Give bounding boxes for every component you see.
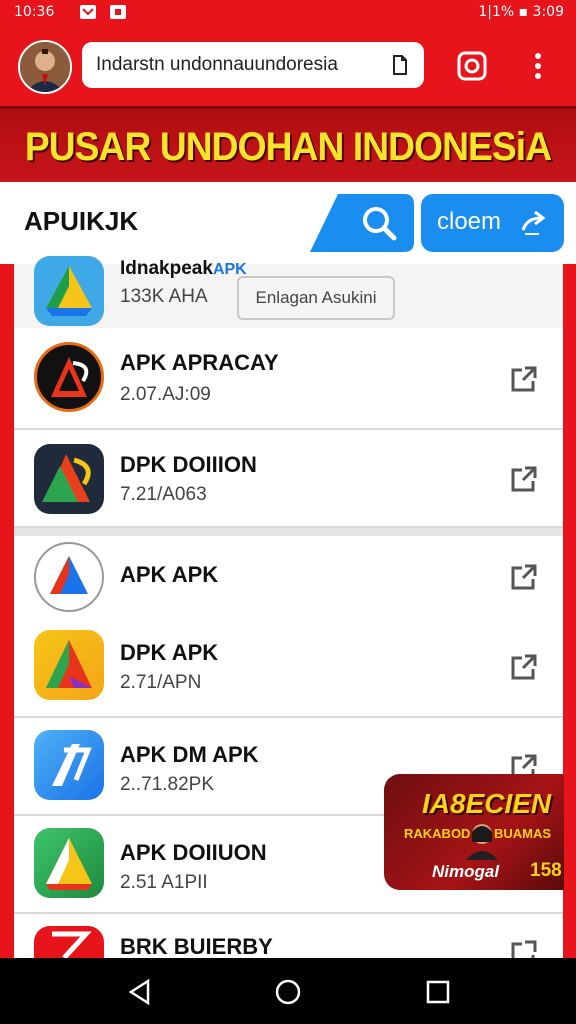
list-item[interactable]: APK APK	[14, 528, 563, 618]
app-icon	[34, 730, 104, 800]
app-version: 2.07.AJ:09	[120, 384, 211, 405]
site-banner: PUSAR UNDOHAN INDONESiA	[0, 106, 576, 188]
app-icon	[34, 542, 104, 612]
home-icon[interactable]	[274, 978, 302, 1006]
camera-icon[interactable]	[456, 50, 488, 82]
status-time: 10:36	[14, 4, 55, 20]
app-icon	[34, 630, 104, 700]
app-version: 2..71.82PK	[120, 774, 215, 795]
app-icon	[34, 926, 104, 958]
app-version: 2.71/APN	[120, 672, 202, 693]
banner-title: PUSAR UNDOHAN INDONESiA	[24, 125, 552, 169]
status-right: 1|1% ▪ 3:09	[478, 4, 564, 20]
page-title: APUIKJK	[24, 206, 139, 236]
promo-number: 158	[530, 860, 562, 881]
list-item[interactable]: DPK DOIIION 7.21/A063	[14, 430, 563, 528]
list-item[interactable]: IdnakpeakAPK 133K AHA Enlagan Asukini	[14, 256, 563, 330]
app-icon	[34, 444, 104, 514]
system-navigation-bar	[0, 958, 576, 1024]
app-name: DPK DOIIION	[120, 452, 257, 477]
list-item[interactable]: APK APRACAY 2.07.AJ:09	[14, 328, 563, 430]
status-bar: 10:36 1|1% ▪ 3:09	[0, 0, 576, 26]
app-version: 7.21/A063	[120, 484, 207, 505]
promo-badge[interactable]: IA8ECIEN RAKABOD BUAMAS Nimogal 158	[384, 774, 564, 890]
promo-title: IA8ECIEN	[422, 788, 552, 819]
url-bar[interactable]: Indarstn undonnauundoresia	[82, 42, 424, 88]
list-item[interactable]: BRK BUIERBY	[14, 914, 563, 966]
page-info-icon[interactable]	[392, 55, 408, 75]
promo-subtitle-right: BUAMAS	[494, 826, 552, 841]
app-notification-icon	[110, 5, 126, 19]
avatar[interactable]	[18, 40, 72, 94]
search-button[interactable]	[310, 194, 414, 252]
app-icon	[34, 256, 104, 326]
app-name: DPK APK	[120, 640, 219, 665]
menu-dots-icon[interactable]	[528, 50, 548, 82]
open-external-icon[interactable]	[509, 652, 539, 682]
app-icon	[34, 828, 104, 898]
app-name: APK DM APK	[120, 742, 259, 767]
app-version: 2.51 A1PII	[120, 872, 208, 893]
promo-label: Nimogal	[432, 862, 500, 881]
profile-photo	[20, 42, 70, 92]
browser-toolbar: Indarstn undonnauundoresia	[0, 26, 576, 106]
app-icon	[34, 342, 104, 412]
back-icon[interactable]	[126, 978, 154, 1006]
open-arrow-icon	[521, 210, 546, 235]
open-external-icon[interactable]	[509, 562, 539, 592]
open-button[interactable]: cloem	[421, 194, 564, 252]
app-name: APK APK	[120, 562, 219, 587]
tooltip: Enlagan Asukini	[237, 276, 395, 320]
promo-person-image	[466, 824, 498, 860]
app-header: APUIKJK cloem	[0, 182, 576, 264]
open-external-icon[interactable]	[509, 464, 539, 494]
promo-subtitle-left: RAKABOD	[404, 826, 471, 841]
app-version: 133K AHA	[120, 286, 208, 307]
open-button-label: cloem	[437, 208, 502, 235]
url-text: Indarstn undonnauundoresia	[96, 54, 338, 75]
app-name: BRK BUIERBY	[120, 934, 273, 959]
recents-icon[interactable]	[424, 978, 452, 1006]
app-name: IdnakpeakAPK	[120, 258, 247, 279]
app-name: APK DOIIUON	[120, 840, 267, 865]
list-item[interactable]: DPK APK 2.71/APN	[14, 616, 563, 718]
notification-icon	[80, 5, 96, 19]
open-external-icon[interactable]	[509, 364, 539, 394]
app-name: APK APRACAY	[120, 350, 279, 375]
